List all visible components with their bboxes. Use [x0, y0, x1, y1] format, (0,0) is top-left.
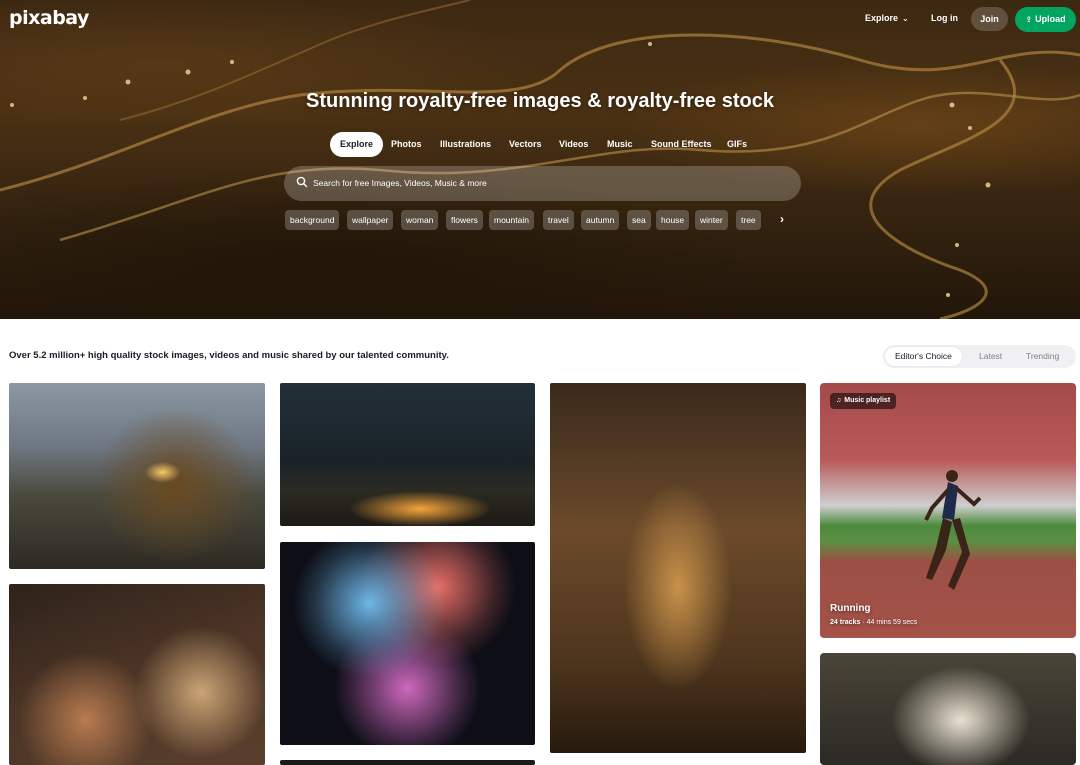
music-note-icon: ♫ [836, 397, 842, 404]
tag-chip[interactable]: mountain [489, 210, 534, 230]
music-playlist-badge: ♫ Music playlist [830, 393, 897, 409]
image-card-tree-lantern[interactable] [9, 383, 265, 569]
tab-illustrations[interactable]: Illustrations [440, 132, 491, 157]
search-icon [296, 176, 308, 188]
tag-chip[interactable]: tree [736, 210, 761, 230]
chevron-right-icon[interactable]: › [780, 212, 784, 226]
tab-vectors[interactable]: Vectors [509, 132, 542, 157]
upload-label: Upload [1035, 14, 1066, 24]
tag-chip[interactable]: winter [695, 210, 728, 230]
tab-music[interactable]: Music [607, 132, 633, 157]
sort-latest[interactable]: Latest [979, 347, 1002, 366]
tab-gifs[interactable]: GIFs [727, 132, 747, 157]
tag-chip[interactable]: flowers [446, 210, 483, 230]
tag-chip[interactable]: sea [627, 210, 651, 230]
top-navigation: pixabay Explore ⌄ Log in Join ⇪ Upload [0, 0, 1080, 40]
explore-menu[interactable]: Explore ⌄ [865, 13, 909, 23]
badge-label: Music playlist [844, 397, 891, 404]
playlist-meta: 24 tracks · 44 mins 59 secs [830, 619, 917, 626]
tag-chip[interactable]: wallpaper [347, 210, 394, 230]
suggested-tags: background wallpaper woman flowers mount… [285, 210, 775, 231]
tag-chip[interactable]: autumn [581, 210, 620, 230]
community-tagline: Over 5.2 million+ high quality stock ima… [9, 350, 449, 361]
image-card-frozen-bubble[interactable] [820, 653, 1076, 765]
hero-banner: pixabay Explore ⌄ Log in Join ⇪ Upload Stu… [0, 0, 1080, 319]
image-card-fireworks[interactable] [280, 542, 535, 745]
tag-chip[interactable]: travel [543, 210, 574, 230]
upload-icon: ⇪ [1025, 15, 1033, 24]
login-link[interactable]: Log in [931, 13, 958, 23]
hero-title: Stunning royalty-free images & royalty-f… [306, 90, 774, 112]
sort-editors-choice[interactable]: Editor's Choice [885, 347, 962, 366]
pixabay-logo[interactable]: pixabay [9, 7, 89, 29]
search-input[interactable]: Search for free Images, Videos, Music & … [284, 166, 801, 201]
tag-chip[interactable]: woman [401, 210, 439, 230]
tab-sound-effects[interactable]: Sound Effects [651, 132, 712, 157]
sort-toggle: Editor's Choice Latest Trending [883, 345, 1076, 368]
playlist-duration: 44 mins 59 secs [866, 619, 918, 626]
tag-chip[interactable]: house [656, 210, 690, 230]
tab-videos[interactable]: Videos [559, 132, 588, 157]
image-card-partial[interactable] [280, 760, 535, 765]
search-placeholder: Search for free Images, Videos, Music & … [313, 178, 487, 188]
explore-label: Explore [865, 13, 899, 23]
hero-overlay [0, 0, 1080, 319]
upload-button[interactable]: ⇪ Upload [1015, 7, 1076, 32]
join-button[interactable]: Join [971, 7, 1008, 31]
playlist-tracks: 24 tracks [830, 619, 861, 626]
image-card-library-hall[interactable] [550, 383, 806, 753]
tab-explore[interactable]: Explore [330, 132, 384, 157]
tab-photos[interactable]: Photos [391, 132, 422, 157]
tag-chip[interactable]: background [285, 210, 340, 230]
sort-trending[interactable]: Trending [1026, 347, 1059, 366]
image-card-drinks-woman[interactable] [9, 584, 265, 765]
chevron-down-icon: ⌄ [902, 14, 909, 23]
runner-figure [924, 470, 982, 590]
playlist-title: Running [830, 603, 871, 614]
image-card-city-bridge[interactable] [280, 383, 535, 526]
